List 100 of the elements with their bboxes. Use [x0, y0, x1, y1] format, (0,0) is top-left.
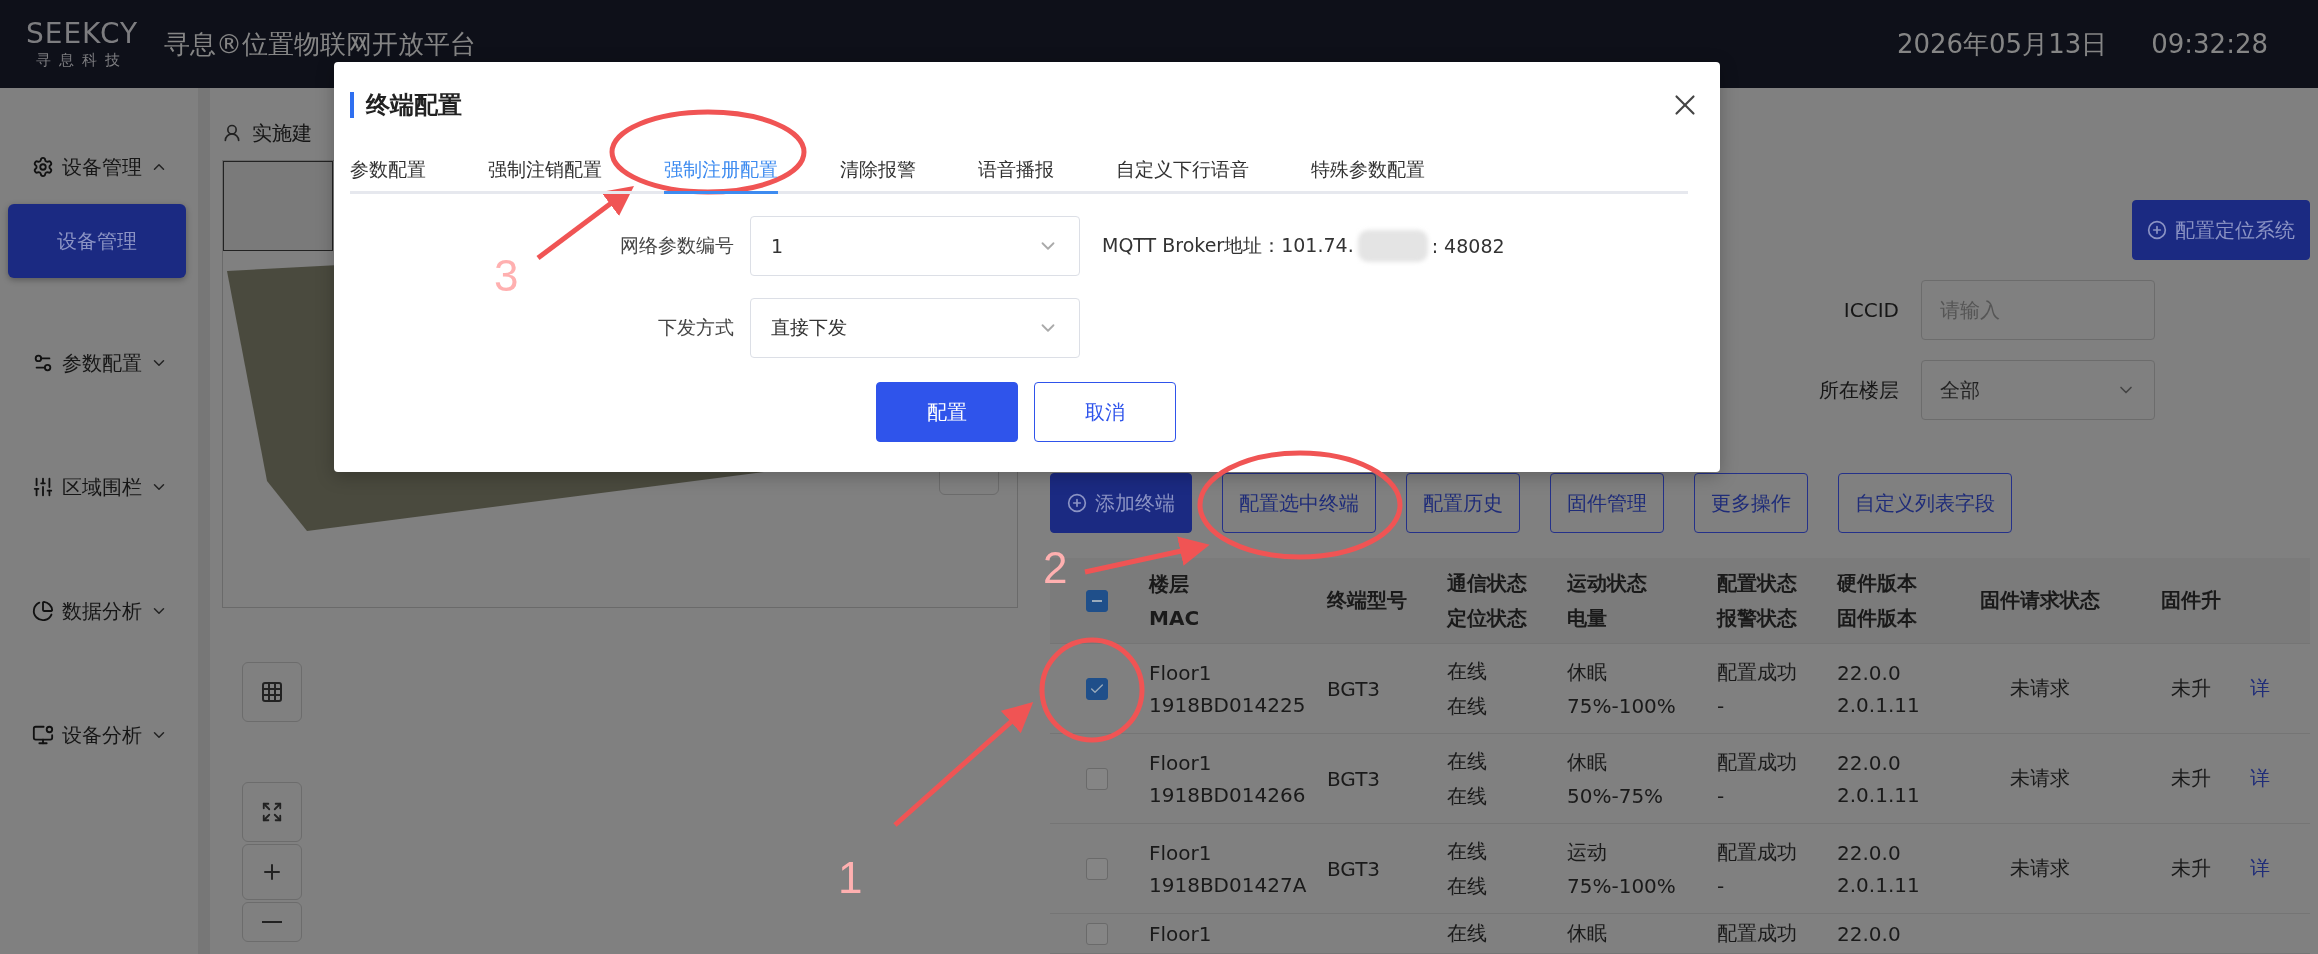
- pie-chart-icon: [32, 600, 54, 622]
- annotation-number: 1: [838, 856, 863, 900]
- table-cell-text: 配置成功: [1717, 839, 1797, 866]
- select-field[interactable]: 全部: [1921, 360, 2155, 420]
- table-cell-text: 休眠: [1567, 659, 1607, 686]
- table-cell-text: -: [1717, 874, 1725, 898]
- dialog-button[interactable]: 配置: [876, 382, 1018, 442]
- table-cell-text: 未升: [2171, 855, 2211, 882]
- toolbar-button[interactable]: 配置选中终端: [1222, 473, 1376, 533]
- details-link[interactable]: 详: [2250, 855, 2300, 882]
- details-link[interactable]: 详: [2250, 765, 2300, 792]
- table-cell-text: BGT3: [1327, 856, 1381, 881]
- dialog-tab[interactable]: 清除报警: [840, 157, 916, 194]
- expand-icon: [261, 801, 283, 823]
- table-cell-text: 在线: [1447, 747, 1487, 775]
- table-cell-text: 未升: [2171, 765, 2211, 792]
- table-cell-text: BGT3: [1327, 766, 1381, 791]
- table-cell-text: 75%-100%: [1567, 874, 1676, 898]
- table-cell-text: 22.0.0: [1837, 840, 1901, 865]
- column-header: 固件版本: [1837, 604, 1917, 632]
- table-cell-text: 在线: [1447, 920, 1487, 947]
- sidebar-item[interactable]: 设备分析: [0, 708, 198, 762]
- table-cell-text: Floor1: [1149, 840, 1212, 865]
- column-header: 楼层: [1149, 571, 1189, 598]
- dialog-tab[interactable]: 强制注销配置: [488, 157, 602, 194]
- select-field[interactable]: 直接下发: [750, 298, 1080, 358]
- column-header: 通信状态: [1447, 569, 1527, 597]
- table-cell-text: 在线: [1447, 782, 1487, 810]
- sidebar-item[interactable]: 数据分析: [0, 584, 198, 638]
- fullscreen-button[interactable]: [242, 782, 302, 842]
- table-cell-text: 22.0.0: [1837, 921, 1901, 946]
- sidebar-item[interactable]: 参数配置: [0, 336, 198, 390]
- sidebar-subitem[interactable]: 设备管理: [8, 204, 186, 278]
- table-cell-text: 在线: [1447, 837, 1487, 865]
- header-time: 09:32:28: [2151, 29, 2268, 59]
- blurred-text: [1357, 230, 1428, 262]
- field-label: 网络参数编号: [619, 233, 735, 258]
- column-header: 终端型号: [1327, 587, 1407, 614]
- row-checkbox[interactable]: [1086, 767, 1108, 790]
- table-cell-text: 50%-75%: [1567, 784, 1664, 808]
- row-checkbox[interactable]: [1086, 677, 1108, 700]
- toolbar-button[interactable]: 自定义列表字段: [1838, 473, 2012, 533]
- dialog-tab[interactable]: 自定义下行语音: [1116, 157, 1249, 194]
- table-cell-text: 75%-100%: [1567, 694, 1676, 718]
- logo-text: SEEKCY: [25, 18, 139, 50]
- select-field[interactable]: 1: [750, 216, 1080, 276]
- table-cell-text: Floor1: [1149, 660, 1212, 685]
- column-header: MAC: [1149, 606, 1200, 630]
- table-cell-text: 未请求: [2009, 855, 2070, 882]
- plus-circle-icon: [1067, 493, 1087, 513]
- table-cell-text: Floor1: [1149, 921, 1212, 946]
- toolbar-button[interactable]: 固件管理: [1550, 473, 1664, 533]
- sliders-icon: [32, 476, 54, 498]
- select-all-checkbox[interactable]: [1086, 589, 1108, 612]
- table-cell-text: 在线: [1447, 692, 1487, 720]
- table-cell-text: 运动: [1567, 839, 1607, 866]
- table-cell-text: 22.0.0: [1837, 750, 1901, 775]
- column-header: 固件请求状态: [1979, 587, 2100, 614]
- field-label: 下发方式: [657, 315, 735, 340]
- column-header: 运动状态: [1567, 569, 1647, 597]
- column-header: 配置状态: [1717, 569, 1797, 597]
- table-cell-text: 休眠: [1567, 749, 1607, 776]
- logo-subtext: 寻息科技: [36, 50, 128, 70]
- toolbar-button[interactable]: 更多操作: [1694, 473, 1808, 533]
- breadcrumb: 实施建: [252, 119, 312, 147]
- details-link[interactable]: 详: [2250, 675, 2300, 702]
- dialog-tab[interactable]: 参数配置: [350, 157, 426, 194]
- sidebar-item[interactable]: 设备管理: [0, 140, 198, 194]
- grid-button[interactable]: [242, 662, 302, 722]
- minus-icon: [262, 921, 282, 923]
- dialog-tab[interactable]: 语音播报: [978, 157, 1054, 194]
- table-cell-text: 配置成功: [1717, 749, 1797, 776]
- filter-label: ICCID: [1843, 298, 1899, 322]
- toolbar-button[interactable]: 配置历史: [1406, 473, 1520, 533]
- row-checkbox[interactable]: [1086, 922, 1108, 945]
- toolbar-button[interactable]: 添加终端: [1050, 473, 1192, 533]
- table-cell-text: 配置成功: [1717, 659, 1797, 686]
- filter-label: 所在楼层: [1819, 376, 1899, 404]
- table-cell-text: 1918BD01427A: [1149, 872, 1307, 897]
- column-header: 电量: [1567, 604, 1607, 632]
- broker-port: : 48082: [1431, 235, 1505, 257]
- dialog-tab[interactable]: 特殊参数配置: [1311, 157, 1425, 194]
- broker-address: MQTT Broker地址：101.74.: [1102, 233, 1354, 258]
- table-cell-text: 22.0.0: [1837, 660, 1901, 685]
- row-checkbox[interactable]: [1086, 857, 1108, 880]
- column-header: 定位状态: [1447, 604, 1527, 632]
- map-thumbnail[interactable]: [223, 161, 333, 251]
- table-cell-text: 未请求: [2009, 675, 2070, 702]
- table-cell-text: -: [1717, 784, 1725, 808]
- table-cell-text: 在线: [1447, 657, 1487, 685]
- table-cell-text: 2.0.1.11: [1837, 692, 1920, 717]
- table-cell-text: 配置成功: [1717, 920, 1797, 947]
- table-cell-text: 1918BD014266: [1149, 782, 1306, 807]
- column-header: 硬件版本: [1837, 569, 1917, 597]
- table-cell-text: BGT3: [1327, 676, 1381, 701]
- dialog-tab[interactable]: 强制注册配置: [664, 157, 778, 194]
- dialog-button[interactable]: 取消: [1034, 382, 1176, 442]
- table-cell-text: 1918BD014225: [1149, 692, 1306, 717]
- configure-location-button[interactable]: 配置定位系统: [2132, 200, 2310, 260]
- sidebar-item[interactable]: 区域围栏: [0, 460, 198, 514]
